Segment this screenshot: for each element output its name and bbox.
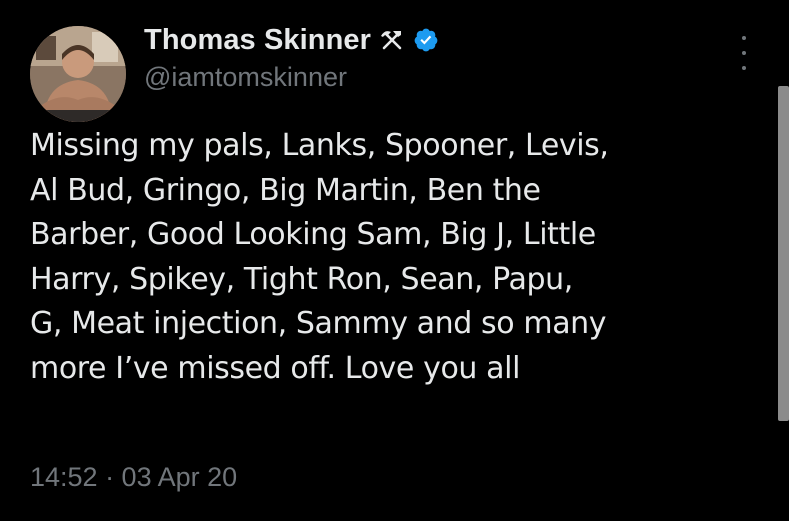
- tweet-text-line: more I’ve missed off. Love you all: [30, 350, 520, 386]
- author-display-name[interactable]: Thomas Skinner: [144, 24, 371, 57]
- tweet-text-line: Barber, Good Looking Sam, Big J, Little: [30, 217, 596, 252]
- scrollbar[interactable]: [778, 86, 789, 421]
- more-dot: [742, 36, 746, 40]
- more-options-icon[interactable]: [733, 36, 755, 70]
- tweet-text: Missing my pals, Lanks, Spooner, Levis, …: [30, 124, 770, 391]
- hammer-and-pick-icon: [379, 27, 405, 53]
- tweet-text-line: Missing my pals, Lanks, Spooner, Levis,: [30, 128, 609, 163]
- verified-badge-icon[interactable]: [413, 27, 439, 53]
- avatar[interactable]: [30, 26, 126, 122]
- author-handle[interactable]: @iamtomskinner: [144, 62, 347, 93]
- avatar-image: [30, 26, 126, 122]
- more-dot: [742, 66, 746, 70]
- tweet: Thomas Skinner @iamtomskinner Missing my…: [0, 0, 789, 521]
- author-name-row[interactable]: Thomas Skinner: [144, 22, 439, 58]
- tweet-text-line: Harry, Spikey, Tight Ron, Sean, Papu,: [30, 261, 573, 297]
- tweet-text-line: Al Bud, Gringo, Big Martin, Ben the: [30, 172, 541, 208]
- tweet-timestamp[interactable]: 14:52 · 03 Apr 20: [30, 462, 237, 493]
- more-dot: [742, 51, 746, 55]
- tweet-text-line: G, Meat injection, Sammy and so many: [30, 306, 607, 341]
